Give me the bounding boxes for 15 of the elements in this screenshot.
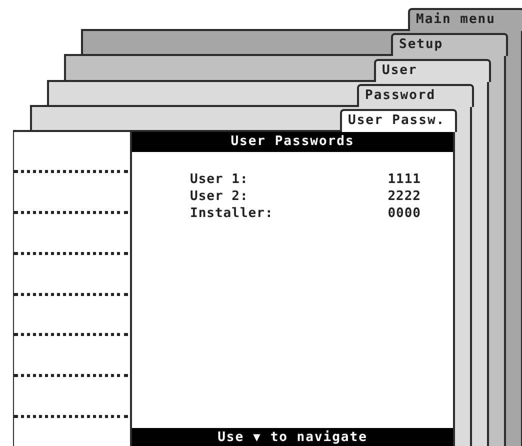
setting-value: 1111 <box>388 172 421 188</box>
footer-text: Use <box>218 430 244 444</box>
setting-label: Installer: <box>190 206 274 222</box>
screen-title: User Passwords <box>132 132 453 152</box>
menu-tab[interactable]: User Passw. <box>340 109 457 132</box>
menu-tab[interactable]: User <box>374 58 491 82</box>
menu-tab[interactable]: Main menu <box>408 8 522 31</box>
menu-tab[interactable]: Password <box>357 84 474 107</box>
footer-text: to navigate <box>270 430 368 444</box>
setting-label: User 2: <box>190 189 248 204</box>
menu-tab[interactable]: Setup <box>391 33 508 56</box>
setting-label: User 1: <box>190 172 248 188</box>
setting-value: 2222 <box>388 189 421 204</box>
down-arrow-icon: ▼ <box>253 430 262 444</box>
setting-value: 0000 <box>388 206 421 222</box>
